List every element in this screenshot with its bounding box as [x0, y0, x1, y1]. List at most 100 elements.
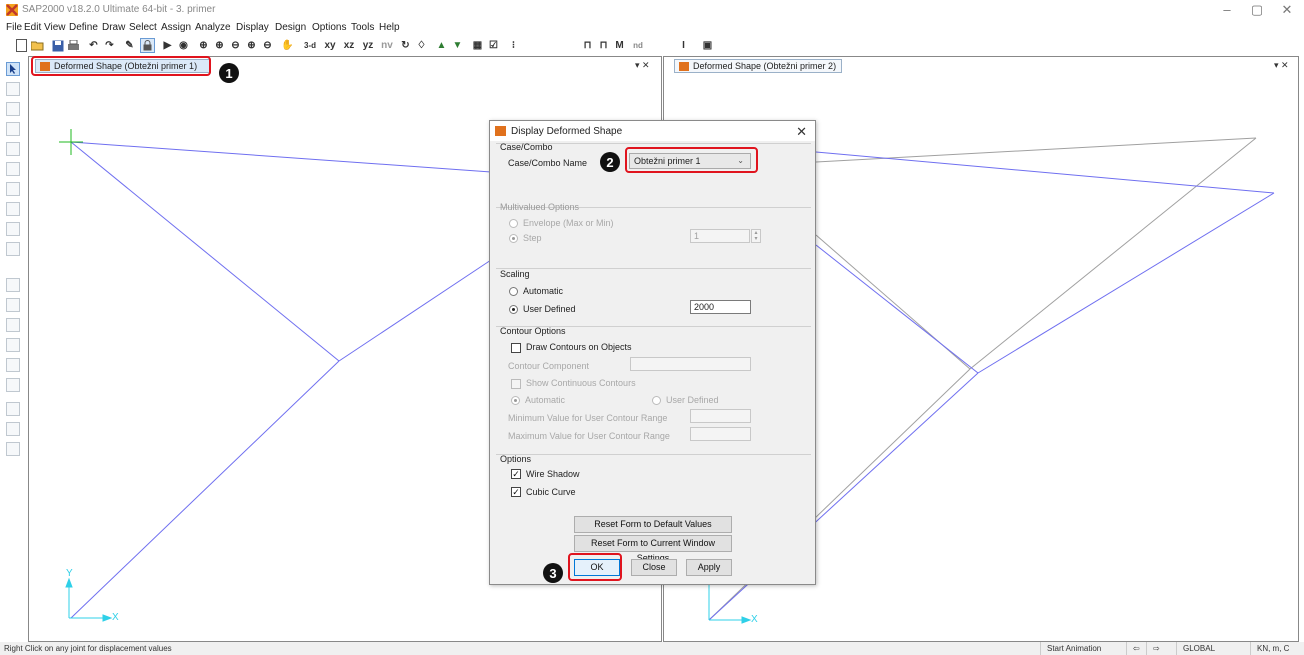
assign-frame-section-icon[interactable]: [6, 422, 20, 436]
cubic-curve-checkbox[interactable]: ✓: [511, 487, 521, 497]
open-folder-icon[interactable]: [30, 38, 45, 53]
scale-factor-input[interactable]: 2000: [690, 300, 751, 314]
undo-icon[interactable]: ↶: [86, 38, 101, 53]
view-3d-button[interactable]: 3-d: [300, 38, 320, 53]
contour-automatic-radio[interactable]: [511, 396, 520, 405]
menu-draw[interactable]: Draw: [102, 22, 125, 33]
nd-button[interactable]: nd: [630, 38, 646, 53]
draw-contours-checkbox[interactable]: [511, 343, 521, 353]
lock-icon[interactable]: [140, 38, 155, 53]
snap-lines-icon[interactable]: [6, 358, 20, 372]
menu-select[interactable]: Select: [129, 22, 157, 33]
view-yz-button[interactable]: yz: [360, 38, 376, 53]
dialog-close-text-button[interactable]: Close: [631, 559, 677, 576]
menu-edit[interactable]: Edit: [24, 22, 41, 33]
units-select[interactable]: KN, m, C: [1250, 642, 1304, 655]
frame-icon[interactable]: ⊓: [580, 38, 595, 53]
perspective-icon[interactable]: ♢: [414, 38, 429, 53]
snap-options-icon[interactable]: ⁝: [506, 38, 521, 53]
deformed-shape-icon[interactable]: M: [612, 38, 627, 53]
draw-frame-icon[interactable]: [6, 122, 20, 136]
snap-fine-grid-icon[interactable]: [6, 378, 20, 392]
truss-icon[interactable]: ⊓: [596, 38, 611, 53]
max-contour-field[interactable]: [690, 427, 751, 441]
scaling-user-defined-radio[interactable]: [509, 305, 518, 314]
reset-default-button[interactable]: Reset Form to Default Values: [574, 516, 732, 533]
assign-loads-icon[interactable]: [6, 442, 20, 456]
redo-icon[interactable]: ↷: [102, 38, 117, 53]
close-window-button[interactable]: ✕: [1272, 2, 1302, 18]
menu-help[interactable]: Help: [379, 22, 400, 33]
start-animation-button[interactable]: Start Animation: [1040, 642, 1116, 655]
menu-analyze[interactable]: Analyze: [195, 22, 231, 33]
contour-user-defined-radio[interactable]: [652, 396, 661, 405]
status-bar: Right Click on any joint for displacemen…: [0, 642, 1304, 655]
menu-define[interactable]: Define: [69, 22, 98, 33]
step-field[interactable]: 1: [690, 229, 750, 243]
view-xy-button[interactable]: xy: [322, 38, 338, 53]
move-down-icon[interactable]: ▼: [450, 38, 465, 53]
zoom-previous-icon[interactable]: ⊖: [260, 38, 275, 53]
snap-ends-icon[interactable]: [6, 298, 20, 312]
snap-points-icon[interactable]: [6, 278, 20, 292]
envelope-radio[interactable]: [509, 219, 518, 228]
snap-perpendicular-icon[interactable]: [6, 338, 20, 352]
save-icon[interactable]: [50, 38, 65, 53]
menu-view[interactable]: View: [44, 22, 66, 33]
draw-secondary-beam-icon[interactable]: [6, 182, 20, 196]
run-now-icon[interactable]: ◉: [176, 38, 191, 53]
draw-brace-icon[interactable]: [6, 162, 20, 176]
section-icon[interactable]: I: [676, 38, 691, 53]
draw-rectangle-area-icon[interactable]: [6, 222, 20, 236]
zoom-in-icon[interactable]: ⊕: [196, 38, 211, 53]
zoom-extents-icon[interactable]: ⊕: [244, 38, 259, 53]
draw-area-icon[interactable]: [6, 202, 20, 216]
menu-display[interactable]: Display: [236, 22, 269, 33]
rotate-view-icon[interactable]: ↻: [398, 38, 413, 53]
pencil-icon[interactable]: ✎: [122, 38, 137, 53]
wire-shadow-checkbox[interactable]: ✓: [511, 469, 521, 479]
prev-arrow-icon[interactable]: ⇦: [1126, 642, 1146, 655]
pan-hand-icon[interactable]: ✋: [280, 38, 295, 53]
minimize-button[interactable]: –: [1212, 2, 1242, 17]
step-radio[interactable]: [509, 234, 518, 243]
zoom-out-icon[interactable]: ⊖: [228, 38, 243, 53]
menu-file[interactable]: File: [6, 22, 22, 33]
contour-component-field[interactable]: [630, 357, 751, 371]
multivalued-group: [496, 207, 811, 267]
set-display-options-icon[interactable]: ☑: [486, 38, 501, 53]
view-nv-button[interactable]: nv: [379, 38, 395, 53]
view-xz-button[interactable]: xz: [341, 38, 357, 53]
print-icon[interactable]: [66, 38, 81, 53]
scaling-automatic-radio[interactable]: [509, 287, 518, 296]
pane-menu-controls[interactable]: ▾ ✕: [1274, 60, 1289, 71]
snap-intersections-icon[interactable]: [6, 318, 20, 332]
zoom-window-icon[interactable]: ⊕: [212, 38, 227, 53]
tab-deformed-shape-case-2[interactable]: Deformed Shape (Obtežni primer 2): [674, 59, 842, 73]
menu-design[interactable]: Design: [275, 22, 306, 33]
quick-draw-frame-icon[interactable]: [6, 142, 20, 156]
menu-tools[interactable]: Tools: [351, 22, 374, 33]
coordinate-system-select[interactable]: GLOBAL: [1176, 642, 1248, 655]
menu-options[interactable]: Options: [312, 22, 346, 33]
pane-menu-controls[interactable]: ▾ ✕: [635, 60, 650, 71]
draw-joint-icon[interactable]: [6, 102, 20, 116]
move-up-icon[interactable]: ▲: [434, 38, 449, 53]
quick-draw-area-icon[interactable]: [6, 242, 20, 256]
pointer-icon[interactable]: [6, 62, 20, 76]
menu-assign[interactable]: Assign: [161, 22, 191, 33]
object-shrink-icon[interactable]: ▦: [470, 38, 485, 53]
dialog-close-button[interactable]: ✕: [796, 124, 807, 140]
run-analysis-icon[interactable]: ▶: [160, 38, 175, 53]
reshaper-icon[interactable]: [6, 82, 20, 96]
reset-current-button[interactable]: Reset Form to Current Window Settings: [574, 535, 732, 563]
apply-button[interactable]: Apply: [686, 559, 732, 576]
show-continuous-contours-checkbox[interactable]: [511, 379, 521, 389]
display-tables-icon[interactable]: ▣: [700, 38, 715, 53]
next-arrow-icon[interactable]: ⇨: [1146, 642, 1166, 655]
assign-restraint-icon[interactable]: [6, 402, 20, 416]
maximize-button[interactable]: ▢: [1242, 2, 1272, 18]
step-spinner[interactable]: ▴ ▾: [751, 229, 761, 243]
new-model-icon[interactable]: [14, 38, 29, 53]
min-contour-field[interactable]: [690, 409, 751, 423]
